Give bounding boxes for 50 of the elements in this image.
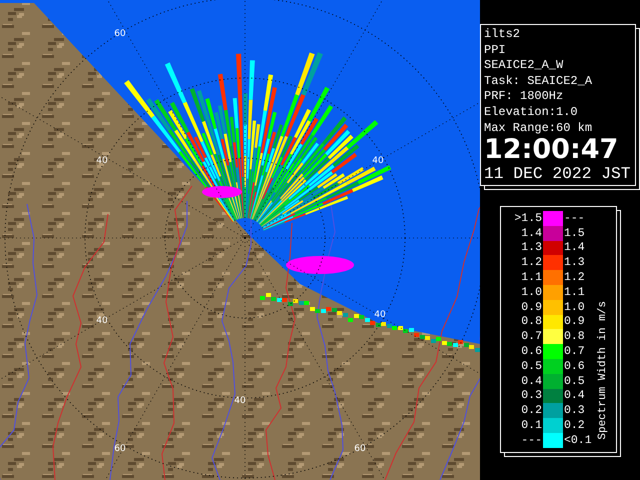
legend-label: 1.0 bbox=[520, 286, 543, 299]
legend-label: 0.1 bbox=[520, 419, 543, 432]
legend-label: 1.2 bbox=[520, 256, 543, 270]
info-line: Task: SEAICE2_A bbox=[484, 74, 594, 90]
legend-label: 0.8 bbox=[563, 330, 586, 344]
legend-label: 0.6 bbox=[563, 360, 586, 373]
legend-label: 0.8 bbox=[520, 315, 543, 328]
range-label: 40 bbox=[96, 316, 108, 326]
range-label: 40 bbox=[372, 156, 384, 166]
range-label: 60 bbox=[114, 29, 126, 39]
legend-label: --- bbox=[520, 434, 543, 447]
legend-label: 1.4 bbox=[520, 226, 543, 240]
date-label: 11 DEC 2022 JST bbox=[484, 164, 631, 184]
legend-label: 1.1 bbox=[520, 271, 543, 284]
legend-label: 0.2 bbox=[563, 419, 586, 432]
legend-label: <0.1 bbox=[563, 434, 593, 447]
legend-label: 0.4 bbox=[563, 389, 586, 402]
legend-label: >1.5 bbox=[513, 212, 543, 225]
range-label: 40 bbox=[234, 396, 246, 406]
info-line: Elevation:1.0 bbox=[484, 104, 579, 121]
info-line: ilts2 bbox=[484, 27, 522, 43]
legend-label: 0.6 bbox=[520, 345, 543, 358]
legend-label: 1.3 bbox=[563, 256, 586, 270]
range-label: 60 bbox=[114, 444, 126, 454]
legend-label: 0.9 bbox=[520, 300, 543, 314]
legend-label: 1.5 bbox=[563, 226, 586, 240]
legend-label: 1.1 bbox=[563, 286, 586, 299]
range-label: 40 bbox=[374, 310, 386, 320]
legend-label: 0.4 bbox=[520, 374, 543, 388]
info-line: PPI bbox=[484, 42, 507, 58]
legend-label: 1.3 bbox=[520, 241, 543, 254]
range-label: 40 bbox=[96, 156, 108, 166]
legend-label: 1.4 bbox=[563, 241, 586, 254]
time-label: 12:00:47 bbox=[484, 136, 620, 164]
legend-label: 0.7 bbox=[520, 330, 543, 344]
legend-label: 0.3 bbox=[563, 404, 586, 418]
legend-label: --- bbox=[563, 212, 586, 225]
info-line: PRF: 1800Hz bbox=[484, 89, 564, 105]
legend-label: 0.5 bbox=[520, 360, 543, 373]
legend-title: Spectrum Width in m/s bbox=[597, 301, 609, 440]
legend-label: 0.5 bbox=[563, 374, 586, 388]
legend-label: 0.3 bbox=[520, 389, 543, 402]
info-line: SEAICE2_A_W bbox=[484, 58, 564, 74]
legend-label: 1.0 bbox=[563, 300, 586, 314]
legend-label: 0.7 bbox=[563, 345, 586, 358]
legend-label: 0.2 bbox=[520, 404, 543, 418]
legend-label: 0.9 bbox=[563, 315, 586, 328]
range-label: 60 bbox=[354, 444, 366, 454]
legend-label: 1.2 bbox=[563, 271, 586, 284]
info-line: Max Range:60 km bbox=[484, 120, 594, 136]
